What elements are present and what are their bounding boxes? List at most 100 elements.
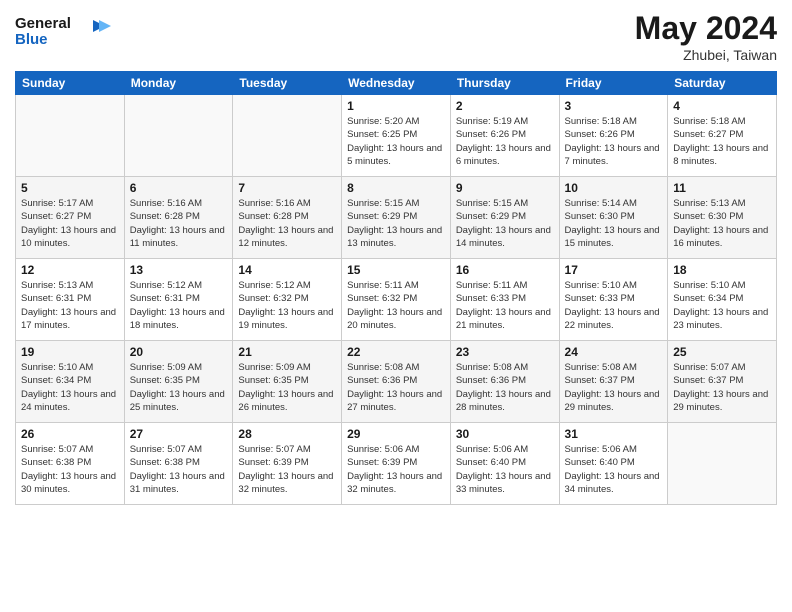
- logo: General Blue: [15, 10, 125, 55]
- sunset: Sunset: 6:32 PM: [238, 293, 308, 304]
- sunrise: Sunrise: 5:06 AM: [456, 444, 528, 455]
- sunrise: Sunrise: 5:07 AM: [673, 362, 745, 373]
- sunrise: Sunrise: 5:13 AM: [21, 280, 93, 291]
- sunrise: Sunrise: 5:18 AM: [673, 116, 745, 127]
- day-number: 19: [21, 345, 119, 359]
- week-row-5: 26 Sunrise: 5:07 AM Sunset: 6:38 PM Dayl…: [16, 423, 777, 505]
- daylight: Daylight: 13 hours and 29 minutes.: [673, 389, 768, 413]
- day-number: 13: [130, 263, 228, 277]
- calendar-cell: 5 Sunrise: 5:17 AM Sunset: 6:27 PM Dayli…: [16, 177, 125, 259]
- daylight: Daylight: 13 hours and 14 minutes.: [456, 225, 551, 249]
- sunset: Sunset: 6:28 PM: [238, 211, 308, 222]
- day-info: Sunrise: 5:16 AM Sunset: 6:28 PM Dayligh…: [130, 197, 228, 250]
- day-info: Sunrise: 5:07 AM Sunset: 6:37 PM Dayligh…: [673, 361, 771, 414]
- day-number: 11: [673, 181, 771, 195]
- sunrise: Sunrise: 5:08 AM: [347, 362, 419, 373]
- header-row: Sunday Monday Tuesday Wednesday Thursday…: [16, 72, 777, 95]
- day-info: Sunrise: 5:12 AM Sunset: 6:31 PM Dayligh…: [130, 279, 228, 332]
- svg-text:Blue: Blue: [15, 31, 48, 48]
- sunrise: Sunrise: 5:17 AM: [21, 198, 93, 209]
- calendar-cell: 25 Sunrise: 5:07 AM Sunset: 6:37 PM Dayl…: [668, 341, 777, 423]
- title-area: May 2024 Zhubei, Taiwan: [635, 10, 777, 63]
- day-number: 15: [347, 263, 445, 277]
- svg-text:General: General: [15, 15, 71, 32]
- calendar-container: General Blue May 2024 Zhubei, Taiwan Sun…: [0, 0, 792, 515]
- daylight: Daylight: 13 hours and 16 minutes.: [673, 225, 768, 249]
- daylight: Daylight: 13 hours and 32 minutes.: [347, 471, 442, 495]
- sunset: Sunset: 6:34 PM: [673, 293, 743, 304]
- daylight: Daylight: 13 hours and 24 minutes.: [21, 389, 116, 413]
- calendar-cell: 19 Sunrise: 5:10 AM Sunset: 6:34 PM Dayl…: [16, 341, 125, 423]
- header-saturday: Saturday: [668, 72, 777, 95]
- calendar-cell: 13 Sunrise: 5:12 AM Sunset: 6:31 PM Dayl…: [124, 259, 233, 341]
- day-info: Sunrise: 5:10 AM Sunset: 6:34 PM Dayligh…: [21, 361, 119, 414]
- day-number: 26: [21, 427, 119, 441]
- calendar-cell: 4 Sunrise: 5:18 AM Sunset: 6:27 PM Dayli…: [668, 95, 777, 177]
- daylight: Daylight: 13 hours and 17 minutes.: [21, 307, 116, 331]
- day-number: 16: [456, 263, 554, 277]
- day-info: Sunrise: 5:13 AM Sunset: 6:31 PM Dayligh…: [21, 279, 119, 332]
- day-number: 3: [565, 99, 663, 113]
- calendar-cell: 31 Sunrise: 5:06 AM Sunset: 6:40 PM Dayl…: [559, 423, 668, 505]
- sunrise: Sunrise: 5:08 AM: [565, 362, 637, 373]
- day-number: 17: [565, 263, 663, 277]
- calendar-cell: 26 Sunrise: 5:07 AM Sunset: 6:38 PM Dayl…: [16, 423, 125, 505]
- sunrise: Sunrise: 5:09 AM: [238, 362, 310, 373]
- header-friday: Friday: [559, 72, 668, 95]
- sunrise: Sunrise: 5:07 AM: [130, 444, 202, 455]
- header: General Blue May 2024 Zhubei, Taiwan: [15, 10, 777, 63]
- sunrise: Sunrise: 5:08 AM: [456, 362, 528, 373]
- sunset: Sunset: 6:36 PM: [456, 375, 526, 386]
- sunrise: Sunrise: 5:11 AM: [347, 280, 419, 291]
- daylight: Daylight: 13 hours and 13 minutes.: [347, 225, 442, 249]
- daylight: Daylight: 13 hours and 25 minutes.: [130, 389, 225, 413]
- sunset: Sunset: 6:39 PM: [238, 457, 308, 468]
- calendar-cell: 12 Sunrise: 5:13 AM Sunset: 6:31 PM Dayl…: [16, 259, 125, 341]
- calendar-cell: [233, 95, 342, 177]
- header-monday: Monday: [124, 72, 233, 95]
- day-info: Sunrise: 5:07 AM Sunset: 6:38 PM Dayligh…: [130, 443, 228, 496]
- day-number: 4: [673, 99, 771, 113]
- daylight: Daylight: 13 hours and 11 minutes.: [130, 225, 225, 249]
- sunset: Sunset: 6:26 PM: [456, 129, 526, 140]
- day-number: 28: [238, 427, 336, 441]
- daylight: Daylight: 13 hours and 33 minutes.: [456, 471, 551, 495]
- daylight: Daylight: 13 hours and 28 minutes.: [456, 389, 551, 413]
- calendar-cell: 15 Sunrise: 5:11 AM Sunset: 6:32 PM Dayl…: [342, 259, 451, 341]
- day-info: Sunrise: 5:18 AM Sunset: 6:26 PM Dayligh…: [565, 115, 663, 168]
- calendar-cell: 6 Sunrise: 5:16 AM Sunset: 6:28 PM Dayli…: [124, 177, 233, 259]
- sunrise: Sunrise: 5:15 AM: [347, 198, 419, 209]
- daylight: Daylight: 13 hours and 8 minutes.: [673, 143, 768, 167]
- calendar-cell: 3 Sunrise: 5:18 AM Sunset: 6:26 PM Dayli…: [559, 95, 668, 177]
- calendar-cell: 11 Sunrise: 5:13 AM Sunset: 6:30 PM Dayl…: [668, 177, 777, 259]
- day-info: Sunrise: 5:16 AM Sunset: 6:28 PM Dayligh…: [238, 197, 336, 250]
- daylight: Daylight: 13 hours and 5 minutes.: [347, 143, 442, 167]
- daylight: Daylight: 13 hours and 23 minutes.: [673, 307, 768, 331]
- sunset: Sunset: 6:27 PM: [21, 211, 91, 222]
- calendar-cell: [16, 95, 125, 177]
- header-wednesday: Wednesday: [342, 72, 451, 95]
- logo-text: General Blue: [15, 10, 125, 55]
- sunrise: Sunrise: 5:06 AM: [565, 444, 637, 455]
- sunset: Sunset: 6:39 PM: [347, 457, 417, 468]
- sunset: Sunset: 6:29 PM: [456, 211, 526, 222]
- sunrise: Sunrise: 5:06 AM: [347, 444, 419, 455]
- day-info: Sunrise: 5:06 AM Sunset: 6:39 PM Dayligh…: [347, 443, 445, 496]
- day-info: Sunrise: 5:11 AM Sunset: 6:33 PM Dayligh…: [456, 279, 554, 332]
- sunrise: Sunrise: 5:16 AM: [238, 198, 310, 209]
- day-info: Sunrise: 5:08 AM Sunset: 6:36 PM Dayligh…: [347, 361, 445, 414]
- sunset: Sunset: 6:27 PM: [673, 129, 743, 140]
- sunset: Sunset: 6:29 PM: [347, 211, 417, 222]
- day-info: Sunrise: 5:09 AM Sunset: 6:35 PM Dayligh…: [130, 361, 228, 414]
- calendar-cell: 10 Sunrise: 5:14 AM Sunset: 6:30 PM Dayl…: [559, 177, 668, 259]
- daylight: Daylight: 13 hours and 18 minutes.: [130, 307, 225, 331]
- sunset: Sunset: 6:34 PM: [21, 375, 91, 386]
- day-number: 25: [673, 345, 771, 359]
- day-number: 6: [130, 181, 228, 195]
- daylight: Daylight: 13 hours and 29 minutes.: [565, 389, 660, 413]
- daylight: Daylight: 13 hours and 34 minutes.: [565, 471, 660, 495]
- sunrise: Sunrise: 5:15 AM: [456, 198, 528, 209]
- sunset: Sunset: 6:35 PM: [130, 375, 200, 386]
- day-info: Sunrise: 5:07 AM Sunset: 6:39 PM Dayligh…: [238, 443, 336, 496]
- calendar-cell: 16 Sunrise: 5:11 AM Sunset: 6:33 PM Dayl…: [450, 259, 559, 341]
